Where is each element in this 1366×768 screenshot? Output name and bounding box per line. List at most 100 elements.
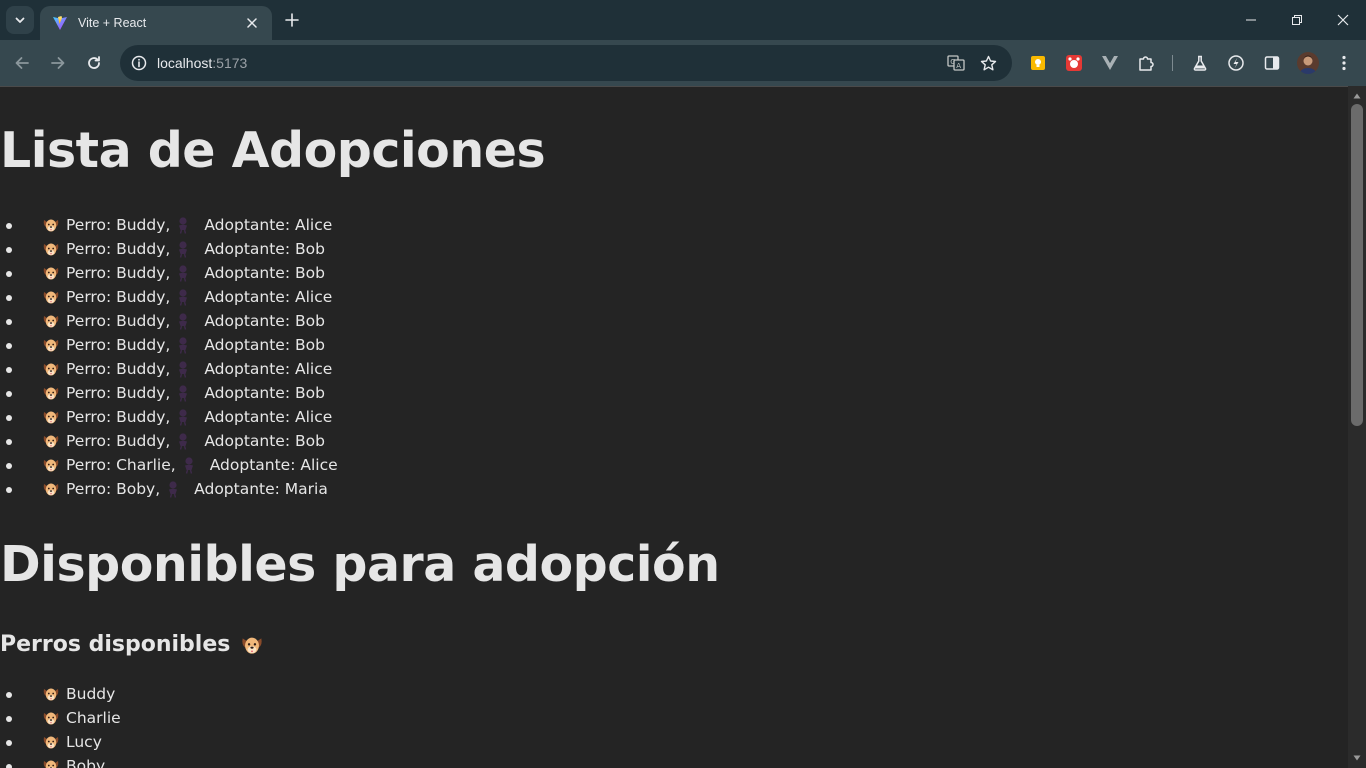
site-info-button[interactable] [121,45,157,81]
minimize-icon [1246,19,1256,21]
person-icon [176,432,194,450]
adoption-item: Perro: Buddy, Adoptante: Bob [6,309,338,333]
dog-face-icon [42,456,60,474]
new-tab-button[interactable] [280,8,304,32]
extensions-button[interactable] [1130,47,1162,79]
browser-menu-button[interactable] [1328,47,1360,79]
bug-extension-icon [1066,55,1082,71]
adoption-adopter: Adoptante: Alice [209,456,338,474]
adoption-item: Perro: Buddy, Adoptante: Alice [6,357,338,381]
person-icon [176,240,194,258]
dog-face-icon [42,312,60,330]
dog-face-icon [42,336,60,354]
back-button[interactable] [6,47,38,79]
url-host: localhost [157,55,213,71]
minimize-button[interactable] [1228,0,1274,40]
adoption-dog: Perro: Buddy, [66,264,171,282]
info-icon [131,55,147,71]
adoption-dog: Perro: Buddy, [66,432,171,450]
person-icon [176,216,194,234]
dog-face-icon [42,240,60,258]
profile-avatar-button[interactable] [1292,47,1324,79]
dog-face-icon [42,216,60,234]
adoption-adopter: Adoptante: Bob [204,432,325,450]
adoption-dog: Perro: Buddy, [66,216,171,234]
url-port: :5173 [212,55,248,71]
person-icon [182,456,200,474]
adoption-dog: Perro: Boby, [66,480,161,498]
arrow-left-icon [15,57,29,69]
translate-button[interactable]: GA [940,47,972,79]
page-viewport: Lista de Adopciones Perro: Buddy, Adoptan… [0,86,1348,768]
forward-button[interactable] [42,47,74,79]
close-window-button[interactable] [1320,0,1366,40]
dog-face-icon [42,432,60,450]
close-icon [247,18,257,28]
dog-face-icon [42,733,60,751]
adoption-adopter: Adoptante: Alice [204,360,333,378]
chevron-down-icon [15,17,25,23]
tab-close-button[interactable] [242,13,262,33]
adoption-dog: Perro: Buddy, [66,384,171,402]
person-icon [166,480,184,498]
available-dog-item: Lucy [6,730,121,754]
dog-face-icon [42,709,60,727]
adoption-item: Perro: Buddy, Adoptante: Bob [6,429,338,453]
dog-face-icon [42,264,60,282]
available-dog-item: Charlie [6,706,121,730]
side-panel-button[interactable] [1256,47,1288,79]
avatar [1297,52,1319,74]
scroll-up-button[interactable] [1348,88,1366,104]
adoption-item: Perro: Buddy, Adoptante: Alice [6,405,338,429]
browser-tab-active[interactable]: Vite + React [40,6,272,40]
adoption-adopter: Adoptante: Bob [204,264,325,282]
url-text: localhost:5173 [157,55,247,71]
dog-face-icon [42,360,60,378]
browser-toolbar: localhost:5173 GA [0,40,1366,86]
adoption-dog: Perro: Charlie, [66,456,176,474]
translate-icon: GA [947,55,965,71]
person-icon [176,336,194,354]
restore-button[interactable] [1274,0,1320,40]
labs-button[interactable] [1184,47,1216,79]
person-icon [176,288,194,306]
adoption-item: Perro: Buddy, Adoptante: Alice [6,213,338,237]
adoption-item: Perro: Buddy, Adoptante: Bob [6,381,338,405]
adoption-adopter: Adoptante: Alice [204,408,333,426]
bookmark-button[interactable] [972,47,1004,79]
scroll-down-button[interactable] [1348,750,1366,766]
close-icon [1337,14,1349,26]
adoption-dog: Perro: Buddy, [66,408,171,426]
triangle-up-icon [1353,93,1361,99]
svg-text:A: A [956,62,961,70]
available-dog-name: Lucy [66,733,102,751]
page-scrollbar[interactable] [1348,86,1366,768]
adoption-item: Perro: Buddy, Adoptante: Bob [6,261,338,285]
available-dog-item: Buddy [6,682,121,706]
reload-button[interactable] [78,47,110,79]
tab-strip: Vite + React [0,0,1366,40]
adoption-item: Perro: Boby, Adoptante: Maria [6,477,338,501]
adoption-adopter: Adoptante: Maria [194,480,328,498]
dog-face-icon [42,288,60,306]
person-icon [176,264,194,282]
address-bar[interactable]: localhost:5173 GA [120,45,1012,81]
adoption-adopter: Adoptante: Alice [204,216,333,234]
kebab-menu-icon [1342,55,1346,71]
extension-keep-button[interactable] [1022,47,1054,79]
adoption-item: Perro: Buddy, Adoptante: Alice [6,285,338,309]
adoption-adopter: Adoptante: Bob [204,336,325,354]
performance-button[interactable] [1220,47,1252,79]
adoption-adopter: Adoptante: Alice [204,288,333,306]
person-icon [176,312,194,330]
available-dog-item: Boby [6,754,121,768]
scrollbar-thumb[interactable] [1351,104,1363,426]
star-icon [980,55,996,70]
adoption-adopter: Adoptante: Bob [204,384,325,402]
adoption-dog: Perro: Buddy, [66,336,171,354]
dog-face-icon [42,384,60,402]
adoption-item: Perro: Buddy, Adoptante: Bob [6,237,338,261]
tab-search-button[interactable] [6,6,34,34]
extension-devtools-button[interactable] [1058,47,1090,79]
extension-vue-button[interactable] [1094,47,1126,79]
